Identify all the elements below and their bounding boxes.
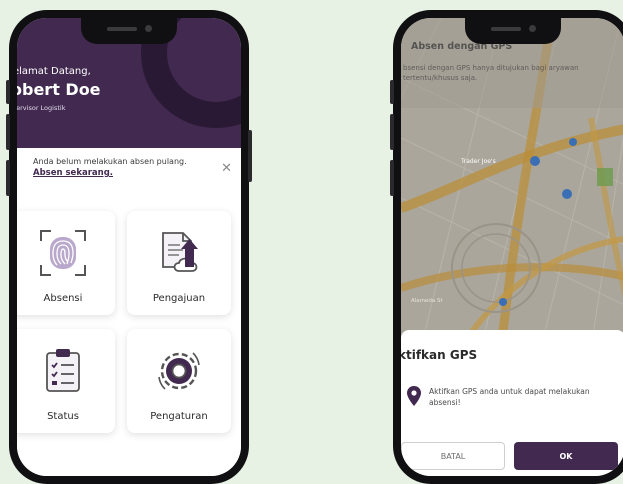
phone-side-button [390, 80, 394, 104]
user-name: obert Doe [17, 80, 101, 99]
camera [145, 25, 152, 32]
fingerprint-icon [40, 230, 86, 276]
phone-side-button [6, 160, 10, 196]
menu-label: Absensi [43, 293, 83, 304]
phone-side-button [390, 114, 394, 150]
checkout-notice: Anda belum melakukan absen pulang. Absen… [17, 148, 241, 194]
menu-tile-status[interactable]: Status [17, 329, 115, 433]
home-screen: elamat Datang, obert Doe pervisor Logist… [17, 18, 241, 476]
cancel-button[interactable]: BATAL [401, 442, 505, 470]
phone-home: elamat Datang, obert Doe pervisor Logist… [6, 10, 252, 484]
menu-label: Status [47, 411, 79, 422]
map-label-trader-joes: Trader Joe's [461, 158, 496, 165]
gear-icon [158, 352, 200, 390]
phone-side-button [248, 130, 252, 182]
menu-tile-pengaturan[interactable]: Pengaturan [127, 329, 231, 433]
speaker [491, 27, 521, 31]
notice-text: Anda belum melakukan absen pulang. [33, 157, 187, 166]
camera [529, 25, 536, 32]
absen-now-link[interactable]: Absen sekarang. [33, 168, 231, 178]
phone-side-button [6, 80, 10, 104]
greeting-text: elamat Datang, [17, 66, 91, 77]
menu-label: Pengaturan [150, 411, 208, 422]
phone-gps: Trader Joe's Alameda St Absen dengan GPS… [390, 10, 623, 484]
menu-tile-absensi[interactable]: Absensi [17, 211, 115, 315]
speaker [107, 27, 137, 31]
gps-screen: Trader Joe's Alameda St Absen dengan GPS… [401, 18, 623, 476]
close-icon[interactable]: ✕ [221, 162, 232, 175]
ok-button[interactable]: OK [514, 442, 618, 470]
enable-gps-dialog: ktifkan GPS Aktifkan GPS anda untuk dapa… [401, 330, 623, 476]
document-upload-icon [162, 232, 198, 272]
menu-label: Pengajuan [152, 293, 206, 304]
checklist-icon [46, 349, 80, 392]
phone-notch [81, 18, 177, 44]
phone-side-button [6, 114, 10, 150]
map-label-alameda: Alameda St [411, 298, 443, 304]
phone-side-button [390, 160, 394, 196]
user-role: pervisor Logistik [17, 104, 66, 112]
location-pin-icon [407, 386, 421, 406]
dialog-title: ktifkan GPS [401, 348, 478, 362]
map-view[interactable]: Trader Joe's Alameda St Absen dengan GPS… [401, 18, 623, 348]
screen-description: bsensi dengan GPS hanya ditujukan bagi a… [403, 64, 579, 82]
menu-tile-pengajuan[interactable]: Pengajuan [127, 211, 231, 315]
dialog-message: Aktifkan GPS anda untuk dapat melakukan … [429, 387, 590, 407]
phone-notch [465, 18, 561, 44]
